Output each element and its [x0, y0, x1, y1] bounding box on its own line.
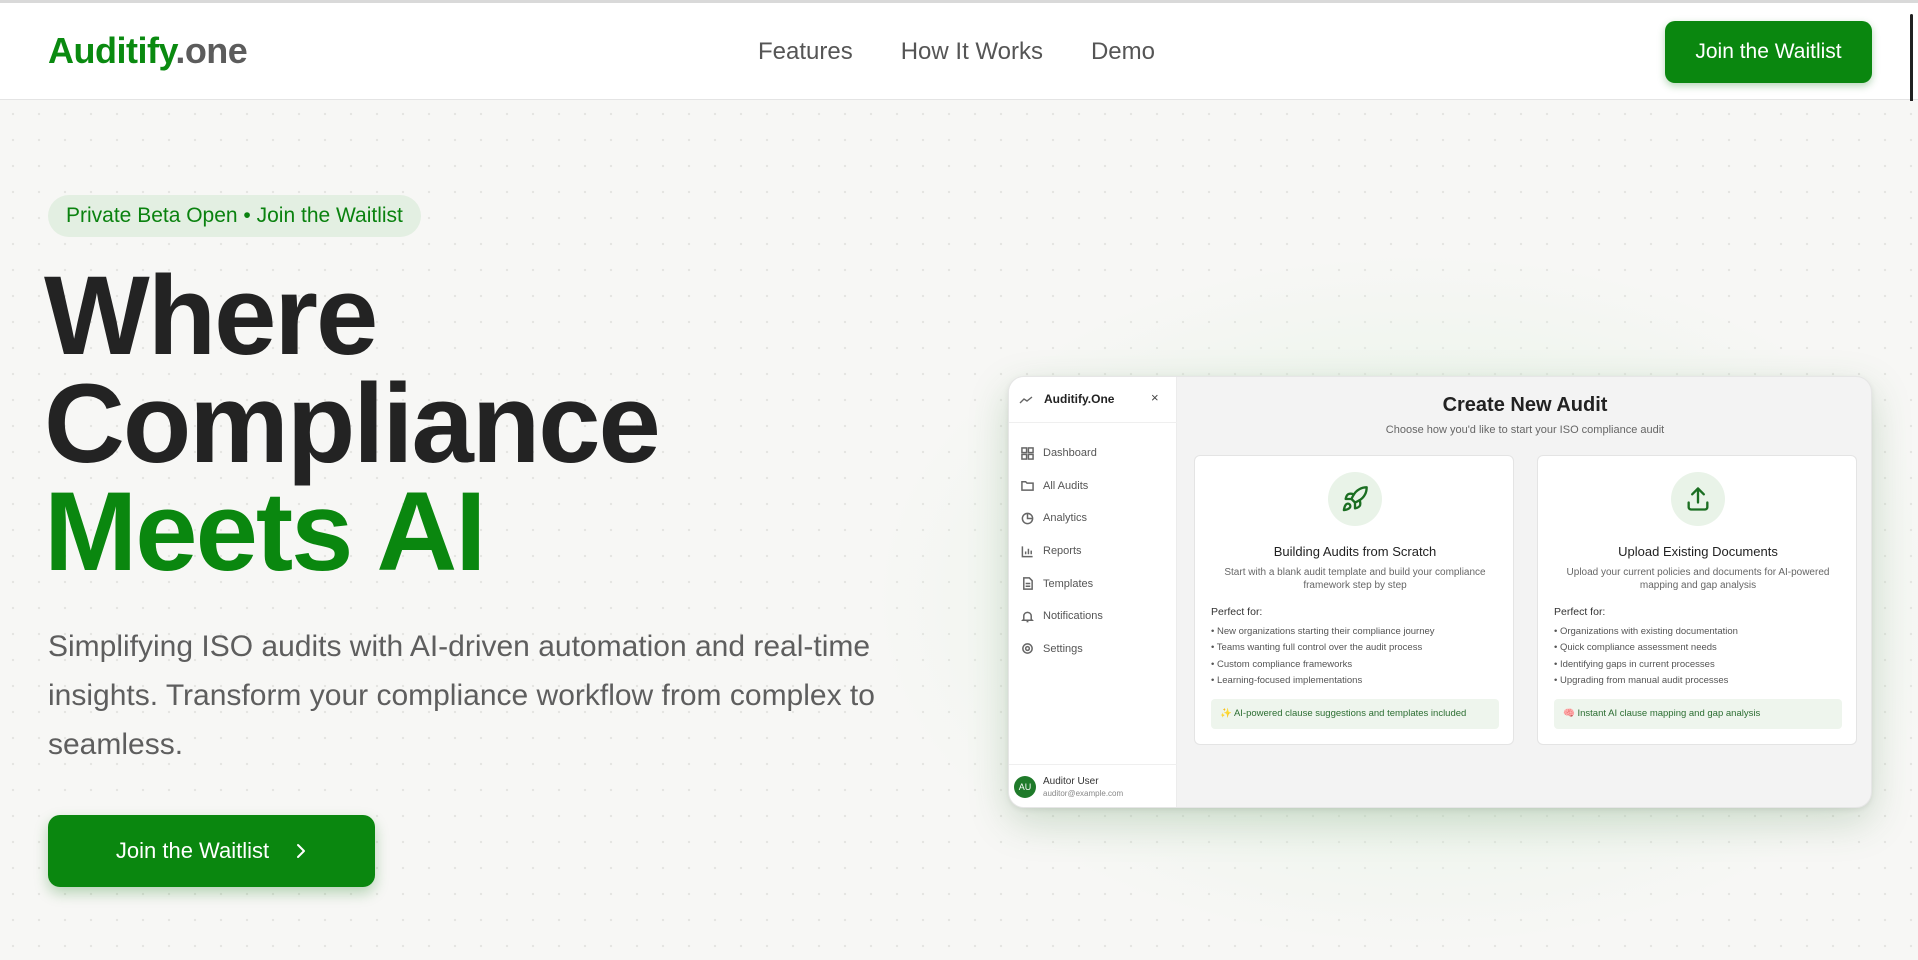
preview-main: Create New Audit Choose how you'd like t… [1177, 377, 1871, 807]
preview-page-subtitle: Choose how you'd like to start your ISO … [1385, 424, 1665, 436]
card-ai-note: 🧠 Instant AI clause mapping and gap anal… [1554, 699, 1842, 729]
app-logo-icon [1019, 396, 1033, 404]
folder-icon [1021, 481, 1034, 492]
sidebar-item-templates[interactable]: Templates [1021, 567, 1103, 600]
sidebar-item-all-audits[interactable]: All Audits [1021, 470, 1103, 503]
headline-line-2: Compliance [44, 361, 661, 486]
avatar: AU [1014, 776, 1036, 798]
header-join-waitlist-button[interactable]: Join the Waitlist [1665, 21, 1872, 83]
nav-demo[interactable]: Demo [1091, 38, 1155, 66]
card-title: Upload Existing Documents [1618, 544, 1778, 559]
gear-icon [1022, 643, 1033, 655]
headline-line-1: Where [44, 253, 378, 378]
upload-icon [1671, 472, 1725, 526]
sidebar-item-reports[interactable]: Reports [1021, 535, 1103, 568]
site-logo[interactable]: Auditify.one [48, 30, 248, 72]
hero-headline: Where Compliance Meets AI [44, 253, 661, 594]
pie-chart-icon [1021, 512, 1034, 525]
sidebar-item-label: Templates [1043, 577, 1094, 590]
list-item: • Learning-focused implementations [1211, 675, 1363, 687]
scrollbar-thumb[interactable] [1910, 14, 1913, 102]
bar-chart-icon [1021, 545, 1033, 557]
sidebar-item-notifications[interactable]: Notifications [1021, 600, 1103, 633]
sidebar-item-label: Settings [1043, 642, 1083, 655]
hero-cta-label: Join the Waitlist [115, 838, 270, 863]
card-title: Building Audits from Scratch [1273, 544, 1437, 559]
preview-sidebar-header: Auditify.One × [1009, 377, 1177, 423]
card-perfect-for-label: Perfect for: [1554, 606, 1606, 618]
grid-icon [1021, 446, 1034, 460]
list-item: • Teams wanting full control over the au… [1211, 642, 1423, 654]
sidebar-item-label: Reports [1043, 545, 1082, 558]
list-item: • Quick compliance assessment needs [1554, 642, 1717, 654]
sidebar-item-label: Analytics [1043, 512, 1088, 525]
card-ai-note: ✨ AI-powered clause suggestions and temp… [1211, 699, 1499, 729]
list-item: • Custom compliance frameworks [1211, 658, 1353, 670]
preview-sidebar: Auditify.One × Dashboard All Audits Anal… [1009, 377, 1177, 807]
sidebar-item-analytics[interactable]: Analytics [1021, 502, 1103, 535]
sidebar-item-label: Dashboard [1043, 447, 1097, 460]
file-icon [1023, 577, 1033, 590]
main-nav: Features How It Works Demo [758, 38, 1155, 66]
sidebar-item-label: Notifications [1043, 610, 1103, 623]
sidebar-item-settings[interactable]: Settings [1021, 633, 1103, 666]
list-item: • New organizations starting their compl… [1211, 626, 1435, 637]
logo-tld: .one [175, 30, 248, 71]
hero-subtitle: Simplifying ISO audits with AI-driven au… [48, 630, 875, 761]
beta-badge: Private Beta Open • Join the Waitlist [48, 195, 421, 237]
chevron-right-icon [297, 844, 306, 858]
card-benefit-list: • Organizations with existing documentat… [1554, 624, 1738, 690]
nav-features[interactable]: Features [758, 38, 853, 66]
nav-how-it-works[interactable]: How It Works [901, 38, 1043, 66]
headline-line-3: Meets AI [44, 469, 486, 594]
sidebar-item-dashboard[interactable]: Dashboard [1021, 437, 1103, 470]
logo-brand: Auditify [48, 30, 176, 71]
option-card-scratch[interactable]: Building Audits from Scratch Start with … [1194, 455, 1514, 745]
bell-icon [1021, 611, 1034, 623]
app-preview-window: Auditify.One × Dashboard All Audits Anal… [1008, 376, 1872, 808]
list-item: • Upgrading from manual audit processes [1554, 675, 1729, 687]
sidebar-item-label: All Audits [1043, 479, 1089, 492]
option-card-upload[interactable]: Upload Existing Documents Upload your cu… [1537, 455, 1857, 745]
user-email: auditor@example.com [1043, 789, 1124, 798]
card-description: Upload your current policies and documen… [1566, 567, 1830, 591]
card-benefit-list: • New organizations starting their compl… [1211, 624, 1435, 690]
hero-join-waitlist-button[interactable]: Join the Waitlist [48, 815, 375, 887]
user-name: Auditor User [1043, 776, 1099, 787]
preview-app-title: Auditify.One [1044, 392, 1115, 406]
list-item: • Identifying gaps in current processes [1554, 658, 1715, 670]
preview-user-profile[interactable]: AU Auditor User auditor@example.com [1009, 764, 1177, 807]
list-item: • Organizations with existing documentat… [1554, 626, 1738, 637]
close-icon[interactable]: × [1151, 390, 1159, 405]
site-header: Auditify.one Features How It Works Demo … [0, 3, 1918, 100]
preview-page-title: Create New Audit [1442, 394, 1608, 416]
preview-sidebar-menu: Dashboard All Audits Analytics Reports T… [1021, 437, 1103, 665]
card-description: Start with a blank audit template and bu… [1224, 567, 1486, 591]
rocket-icon [1328, 472, 1382, 526]
card-perfect-for-label: Perfect for: [1211, 606, 1263, 618]
